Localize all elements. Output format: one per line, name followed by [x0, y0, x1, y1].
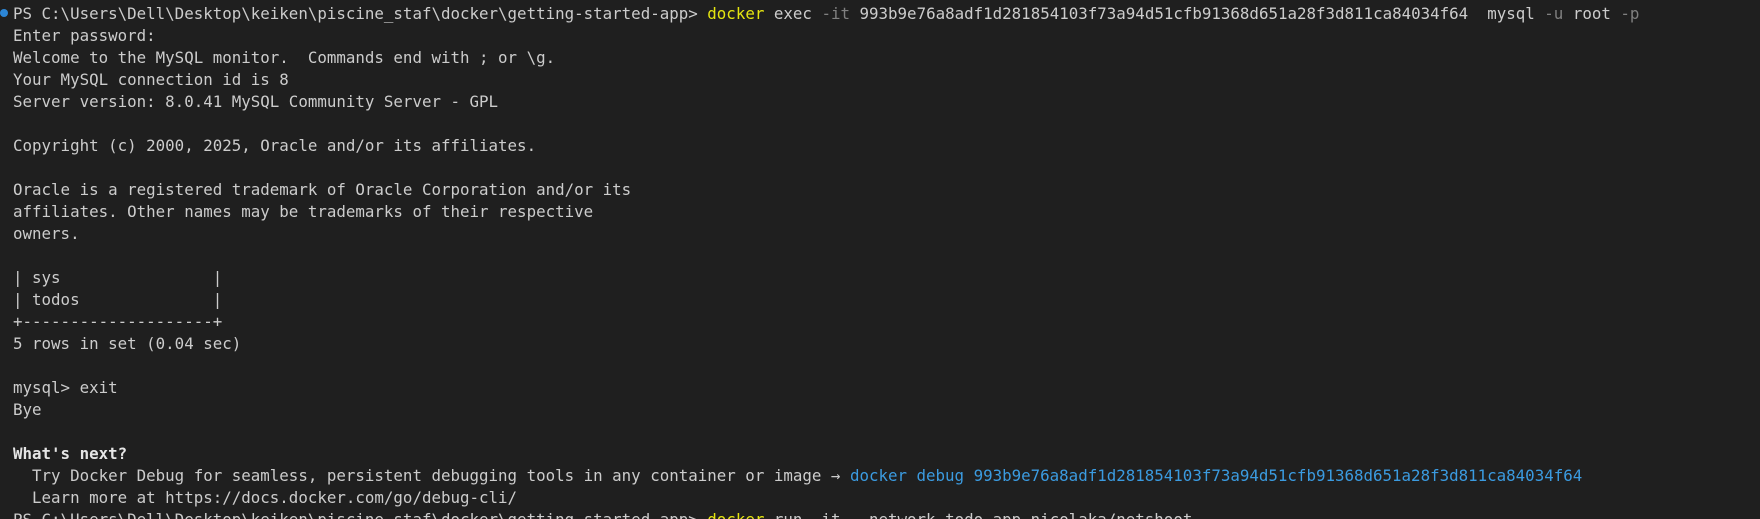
- command-decoration-icon[interactable]: [0, 9, 8, 17]
- flag-p: -p: [1620, 4, 1640, 23]
- learn-more-link[interactable]: Learn more at https://docs.docker.com/go…: [13, 487, 1760, 509]
- next-prompt-line: PS C:\Users\Dell\Desktop\keiken\piscine_…: [13, 509, 1760, 519]
- output-line: owners.: [13, 224, 80, 243]
- terminal-output: PS C:\Users\Dell\Desktop\keiken\piscine_…: [13, 3, 1760, 519]
- output-line: Welcome to the MySQL monitor. Commands e…: [13, 48, 556, 67]
- debug-hint-text: Try Docker Debug for seamless, persisten…: [13, 466, 850, 485]
- container-id: 993b9e76a8adf1d281854103f73a94d51cfb9136…: [859, 4, 1469, 23]
- output-line: affiliates. Other names may be trademark…: [13, 202, 594, 221]
- output-line: Oracle is a registered trademark of Orac…: [13, 180, 632, 199]
- program-name: mysql: [1487, 4, 1535, 23]
- prompt-path: PS C:\Users\Dell\Desktop\keiken\piscine_…: [13, 4, 698, 23]
- command-name: docker: [707, 510, 764, 519]
- output-line: Server version: 8.0.41 MySQL Community S…: [13, 92, 499, 111]
- table-border: +--------------------+: [13, 312, 223, 331]
- output-line: Your MySQL connection id is 8: [13, 70, 289, 89]
- table-row: | sys |: [13, 268, 223, 287]
- debug-command-link[interactable]: docker debug 993b9e76a8adf1d281854103f73…: [850, 466, 1582, 485]
- debug-hint-line: Try Docker Debug for seamless, persisten…: [13, 465, 1760, 487]
- output-line: Bye: [13, 400, 42, 419]
- output-line: mysql> exit: [13, 378, 118, 397]
- terminal-panel[interactable]: PS C:\Users\Dell\Desktop\keiken\piscine_…: [0, 0, 1760, 519]
- user-name: root: [1572, 4, 1611, 23]
- table-row: | todos |: [13, 290, 223, 309]
- output-line: Copyright (c) 2000, 2025, Oracle and/or …: [13, 136, 537, 155]
- prompt-line: PS C:\Users\Dell\Desktop\keiken\piscine_…: [13, 3, 1760, 25]
- prompt-path: PS C:\Users\Dell\Desktop\keiken\piscine_…: [13, 510, 698, 519]
- flag-it: -it: [821, 4, 850, 23]
- output-line: Enter password:: [13, 26, 156, 45]
- command-sub: exec: [773, 4, 812, 23]
- output-line: 5 rows in set (0.04 sec): [13, 334, 242, 353]
- whats-next-heading: What's next?: [13, 444, 128, 463]
- flag-u: -u: [1544, 4, 1564, 23]
- command-args: run -it --network todo-app nicolaka/nets…: [774, 510, 1192, 519]
- command-name: docker: [707, 4, 765, 23]
